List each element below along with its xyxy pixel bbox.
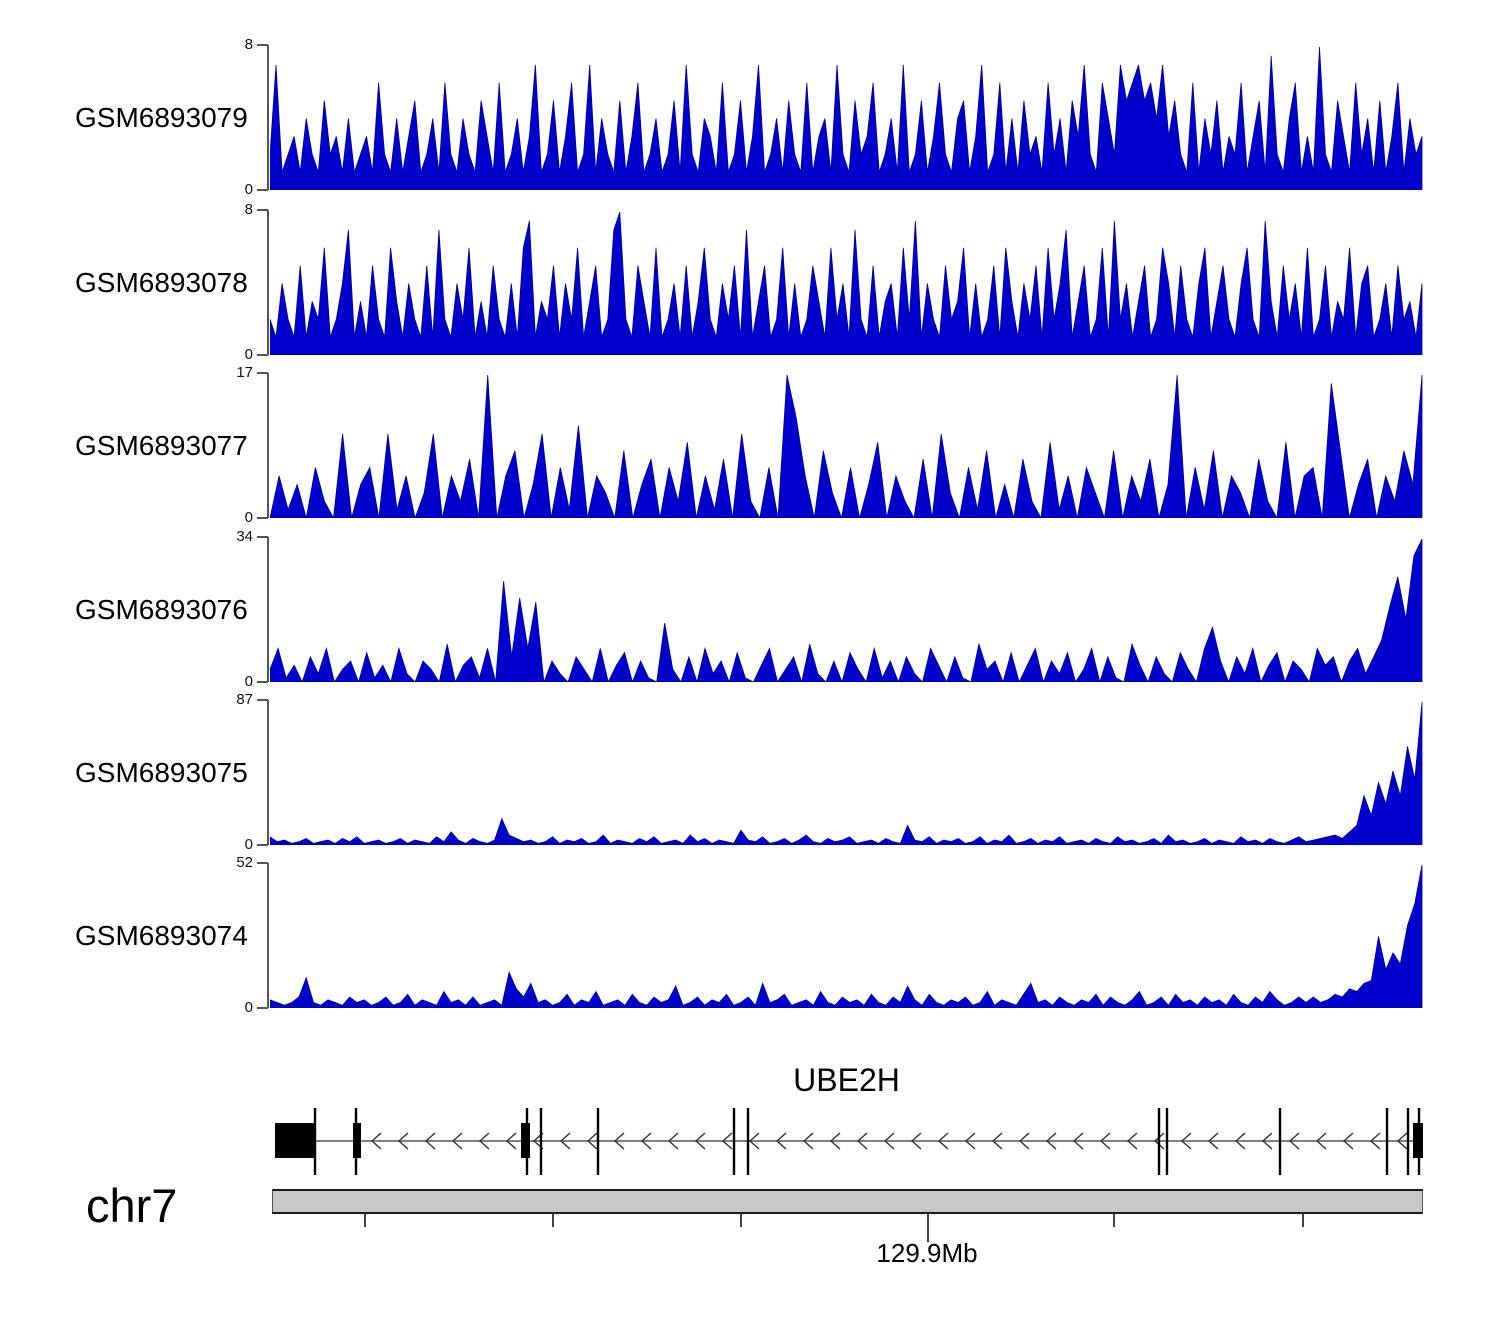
y-axis-tick-label: 0 [205, 181, 253, 198]
y-axis-line [267, 210, 269, 355]
y-axis-tick [257, 517, 268, 519]
exon-box [521, 1123, 530, 1158]
y-axis-tick-label: 0 [205, 509, 253, 526]
exon-box [275, 1123, 315, 1158]
y-axis-tick [257, 189, 268, 191]
coverage-signal [270, 537, 1423, 682]
y-axis-tick-label: 0 [205, 346, 253, 363]
y-axis-tick [257, 44, 268, 46]
coverage-signal [270, 700, 1423, 845]
chromosome-ideogram-bar [272, 1189, 1423, 1214]
ideogram-tick [1113, 1214, 1115, 1227]
y-axis-line [267, 537, 269, 682]
track-label: GSM6893079 [75, 102, 265, 134]
y-axis-line [267, 863, 269, 1008]
gene-name-label: UBE2H [270, 1062, 1423, 1099]
track-label: GSM6893077 [75, 430, 265, 462]
y-axis-tick-label: 0 [205, 999, 253, 1016]
y-axis-line [267, 373, 269, 518]
y-axis-tick-label: 0 [205, 673, 253, 690]
y-axis-tick [257, 844, 268, 846]
y-axis-tick-label: 8 [205, 36, 253, 53]
y-axis-tick [257, 372, 268, 374]
coverage-signal [270, 210, 1423, 355]
exon-box [353, 1123, 361, 1158]
y-axis-tick-label: 17 [205, 364, 253, 381]
y-axis-tick [257, 1007, 268, 1009]
y-axis-line [267, 700, 269, 845]
track-label: GSM6893074 [75, 920, 265, 952]
genome-browser-figure: GSM689307980GSM689307880GSM6893077170GSM… [0, 0, 1500, 1320]
y-axis-tick-label: 87 [205, 691, 253, 708]
y-axis-tick [257, 862, 268, 864]
track-label: GSM6893078 [75, 267, 265, 299]
coverage-signal [270, 45, 1423, 190]
coverage-signal [270, 863, 1423, 1008]
ideogram-tick [1302, 1214, 1304, 1227]
track-label: GSM6893075 [75, 757, 265, 789]
track-label: GSM6893076 [75, 594, 265, 626]
chromosome-label: chr7 [86, 1178, 177, 1233]
y-axis-line [267, 45, 269, 190]
y-axis-tick [257, 681, 268, 683]
y-axis-tick [257, 354, 268, 356]
position-label: 129.9Mb [817, 1238, 1037, 1269]
ideogram-tick [740, 1214, 742, 1227]
y-axis-tick-label: 0 [205, 836, 253, 853]
y-axis-tick-label: 52 [205, 854, 253, 871]
coverage-signal [270, 373, 1423, 518]
y-axis-tick [257, 209, 268, 211]
y-axis-tick [257, 699, 268, 701]
y-axis-tick-label: 34 [205, 528, 253, 545]
gene-model [270, 1100, 1430, 1190]
ideogram-tick [364, 1214, 366, 1227]
ideogram-tick [552, 1214, 554, 1227]
y-axis-tick-label: 8 [205, 201, 253, 218]
exon-box [1413, 1123, 1423, 1158]
y-axis-tick [257, 536, 268, 538]
